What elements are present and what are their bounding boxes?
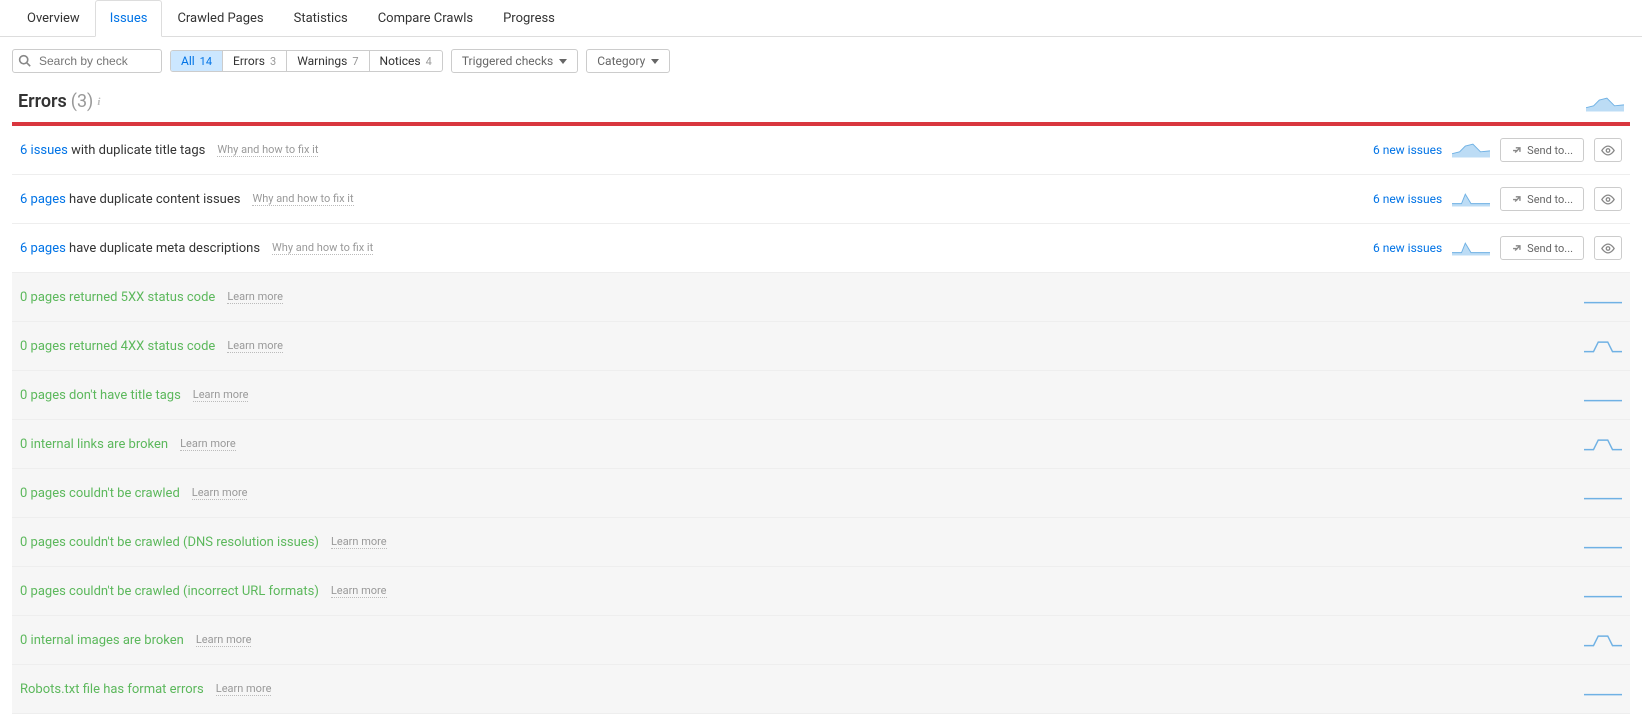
send-to-button[interactable]: Send to... bbox=[1500, 138, 1584, 162]
issue-row: 0 pages couldn't be crawled (incorrect U… bbox=[12, 567, 1630, 616]
sparkline bbox=[1584, 285, 1622, 309]
section-title-text: Errors bbox=[18, 91, 67, 112]
eye-icon bbox=[1601, 145, 1615, 156]
issue-row: Robots.txt file has format errorsLearn m… bbox=[12, 665, 1630, 714]
issue-row: 0 pages couldn't be crawled Learn more bbox=[12, 469, 1630, 518]
issue-row: 6 pages have duplicate meta descriptions… bbox=[12, 224, 1630, 273]
why-fix-link[interactable]: Why and how to fix it bbox=[217, 143, 318, 157]
issue-title[interactable]: 6 pages have duplicate content issues bbox=[20, 192, 240, 207]
issue-row: 6 pages have duplicate content issues Why… bbox=[12, 175, 1630, 224]
learn-more-link[interactable]: Learn more bbox=[331, 535, 387, 549]
issue-row: 0 pages don't have title tags Learn more bbox=[12, 371, 1630, 420]
issue-title: 0 pages couldn't be crawled (incorrect U… bbox=[20, 584, 319, 599]
tab-progress[interactable]: Progress bbox=[488, 0, 570, 37]
section-title: Errors (3) i bbox=[18, 91, 100, 112]
section-sparkline bbox=[1586, 92, 1624, 112]
section-count: (3) bbox=[71, 91, 94, 112]
issue-row: 0 internal links are broken Learn more bbox=[12, 420, 1630, 469]
issue-row: 0 pages returned 4XX status code Learn mo… bbox=[12, 322, 1630, 371]
issue-list: 6 issues with duplicate title tags Why an… bbox=[12, 126, 1630, 714]
view-button[interactable] bbox=[1594, 187, 1622, 211]
issue-row: 0 pages couldn't be crawled (DNS resolut… bbox=[12, 518, 1630, 567]
severity-filter: All14Errors3Warnings7Notices4 bbox=[170, 50, 443, 72]
dropdown-triggered-checks[interactable]: Triggered checks bbox=[451, 49, 578, 73]
new-issues-count[interactable]: 6 new issues bbox=[1373, 241, 1442, 255]
search-input[interactable] bbox=[12, 49, 162, 73]
sparkline bbox=[1584, 481, 1622, 505]
sparkline bbox=[1584, 334, 1622, 358]
filter-pill-notices[interactable]: Notices4 bbox=[370, 51, 442, 71]
share-icon bbox=[1511, 243, 1522, 254]
learn-more-link[interactable]: Learn more bbox=[192, 486, 248, 500]
search-icon bbox=[18, 54, 31, 67]
eye-icon bbox=[1601, 194, 1615, 205]
sparkline bbox=[1584, 677, 1622, 701]
share-icon bbox=[1511, 145, 1522, 156]
chevron-down-icon bbox=[559, 59, 567, 64]
tab-statistics[interactable]: Statistics bbox=[279, 0, 363, 37]
issue-title: 0 internal images are broken bbox=[20, 633, 184, 648]
why-fix-link[interactable]: Why and how to fix it bbox=[272, 241, 373, 255]
new-issues-count[interactable]: 6 new issues bbox=[1373, 143, 1442, 157]
issue-row: 0 internal images are broken Learn more bbox=[12, 616, 1630, 665]
issue-title: Robots.txt file has format errors bbox=[20, 682, 204, 697]
sparkline bbox=[1452, 138, 1490, 162]
learn-more-link[interactable]: Learn more bbox=[196, 633, 252, 647]
search-box bbox=[12, 49, 162, 73]
sparkline bbox=[1584, 530, 1622, 554]
sparkline bbox=[1452, 187, 1490, 211]
learn-more-link[interactable]: Learn more bbox=[193, 388, 249, 402]
eye-icon bbox=[1601, 243, 1615, 254]
tab-compare-crawls[interactable]: Compare Crawls bbox=[363, 0, 488, 37]
filter-pill-all[interactable]: All14 bbox=[171, 51, 223, 71]
sparkline bbox=[1452, 236, 1490, 260]
learn-more-link[interactable]: Learn more bbox=[227, 290, 283, 304]
tab-overview[interactable]: Overview bbox=[12, 0, 95, 37]
view-button[interactable] bbox=[1594, 236, 1622, 260]
info-icon[interactable]: i bbox=[97, 96, 100, 108]
tab-issues[interactable]: Issues bbox=[95, 0, 163, 37]
issue-row: 0 pages returned 5XX status code Learn mo… bbox=[12, 273, 1630, 322]
section-header: Errors (3) i bbox=[0, 85, 1642, 122]
issue-title: 0 pages don't have title tags bbox=[20, 388, 181, 403]
new-issues-count[interactable]: 6 new issues bbox=[1373, 192, 1442, 206]
chevron-down-icon bbox=[651, 59, 659, 64]
issue-title: 0 pages returned 5XX status code bbox=[20, 290, 215, 305]
sparkline bbox=[1584, 579, 1622, 603]
send-to-button[interactable]: Send to... bbox=[1500, 187, 1584, 211]
filter-pill-errors[interactable]: Errors3 bbox=[223, 51, 287, 71]
share-icon bbox=[1511, 194, 1522, 205]
main-tabs: OverviewIssuesCrawled PagesStatisticsCom… bbox=[0, 0, 1642, 37]
issue-title[interactable]: 6 pages have duplicate meta descriptions bbox=[20, 241, 260, 256]
sparkline bbox=[1584, 628, 1622, 652]
sparkline bbox=[1584, 383, 1622, 407]
why-fix-link[interactable]: Why and how to fix it bbox=[252, 192, 353, 206]
dropdown-category[interactable]: Category bbox=[586, 49, 670, 73]
send-to-button[interactable]: Send to... bbox=[1500, 236, 1584, 260]
issue-title: 0 pages returned 4XX status code bbox=[20, 339, 215, 354]
filter-pill-warnings[interactable]: Warnings7 bbox=[287, 51, 369, 71]
learn-more-link[interactable]: Learn more bbox=[180, 437, 236, 451]
issue-title: 0 pages couldn't be crawled bbox=[20, 486, 180, 501]
tab-crawled-pages[interactable]: Crawled Pages bbox=[162, 0, 278, 37]
issue-row: 6 issues with duplicate title tags Why an… bbox=[12, 126, 1630, 175]
issue-title: 0 internal links are broken bbox=[20, 437, 168, 452]
issue-title[interactable]: 6 issues with duplicate title tags bbox=[20, 143, 205, 158]
issue-title: 0 pages couldn't be crawled (DNS resolut… bbox=[20, 535, 319, 550]
learn-more-link[interactable]: Learn more bbox=[227, 339, 283, 353]
learn-more-link[interactable]: Learn more bbox=[331, 584, 387, 598]
sparkline bbox=[1584, 432, 1622, 456]
view-button[interactable] bbox=[1594, 138, 1622, 162]
filter-bar: All14Errors3Warnings7Notices4 Triggered … bbox=[0, 37, 1642, 85]
